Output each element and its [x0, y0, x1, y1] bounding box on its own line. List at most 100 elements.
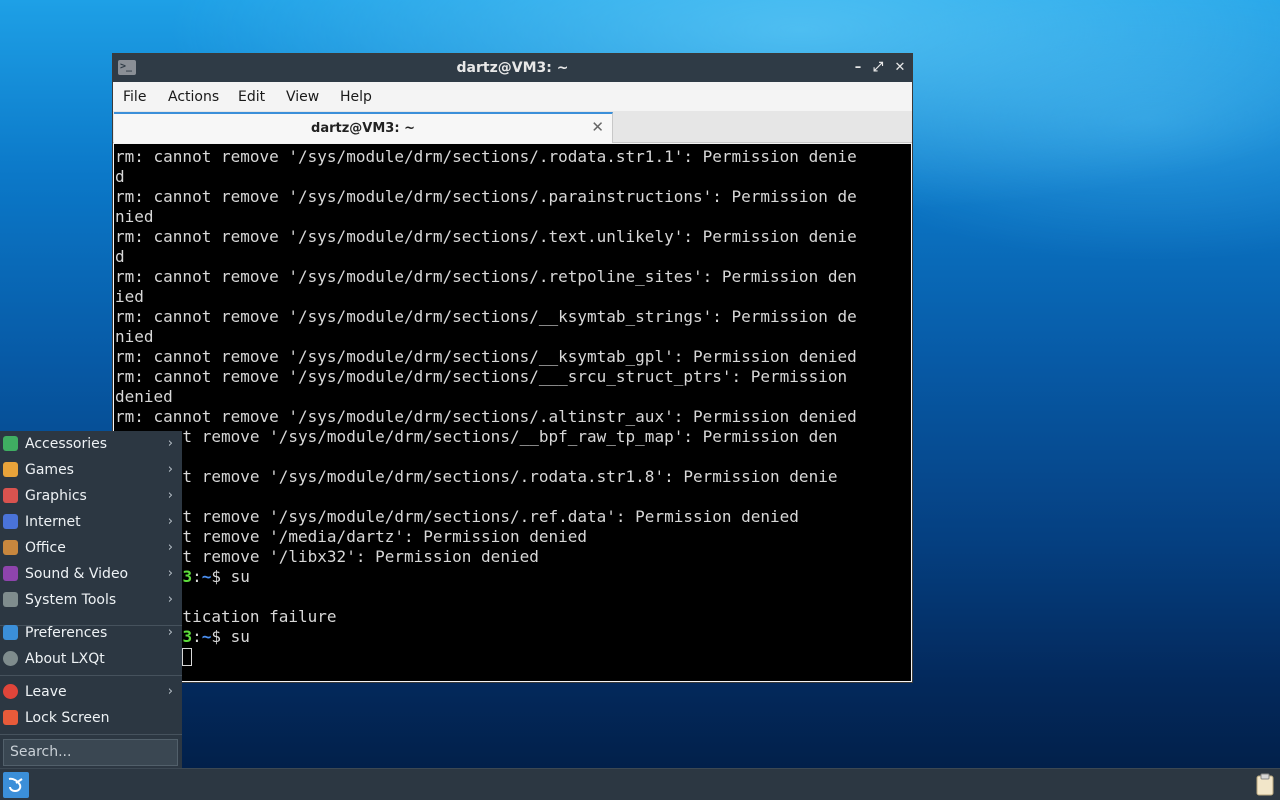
menu-actions[interactable]: Actions — [168, 82, 219, 112]
terminal-line: rm: cannot remove '/sys/module/drm/secti… — [115, 367, 848, 386]
menu-item-sound-video[interactable]: Sound & Video › — [0, 561, 182, 587]
terminal-line: nied — [115, 327, 154, 346]
menu-help[interactable]: Help — [340, 82, 372, 112]
menu-file[interactable]: File — [123, 82, 146, 112]
prompt-sep: : — [192, 627, 202, 646]
terminal-output[interactable]: rm: cannot remove '/sys/module/drm/secti… — [114, 144, 911, 681]
power-icon — [3, 684, 18, 699]
password-line: d: — [115, 647, 911, 667]
search-input[interactable]: Search... — [3, 739, 178, 766]
chevron-right-icon: › — [167, 592, 173, 607]
menu-item-label: Graphics — [25, 488, 87, 504]
chevron-right-icon: › — [167, 514, 173, 529]
terminal-window: >_ dartz@VM3: ~ – ⤢ ✕ File Actions Edit … — [112, 53, 913, 683]
menu-item-label: Internet — [25, 514, 81, 530]
chevron-right-icon: › — [167, 566, 173, 581]
clipboard-icon[interactable] — [1254, 773, 1276, 797]
chevron-right-icon: › — [167, 540, 173, 555]
terminal-line: rm: cannot remove '/sys/module/drm/secti… — [115, 227, 857, 246]
games-icon — [3, 462, 18, 477]
terminal-line: rm: cannot remove '/sys/module/drm/secti… — [115, 307, 857, 326]
tab-label: dartz@VM3: ~ — [311, 121, 415, 136]
terminal-line: not remove '/sys/module/drm/sections/.ro… — [115, 467, 838, 486]
chevron-right-icon: › — [167, 462, 173, 477]
menu-item-label: About LXQt — [25, 651, 105, 667]
terminal-line: rm: cannot remove '/sys/module/drm/secti… — [115, 147, 857, 166]
terminal-line: d — [115, 247, 125, 266]
menu-item-graphics[interactable]: Graphics › — [0, 483, 182, 509]
maximize-icon[interactable]: ⤢ — [870, 59, 886, 77]
terminal-line: hentication failure — [115, 607, 337, 626]
menu-item-label: System Tools — [25, 592, 117, 608]
terminal-line: not remove '/media/dartz': Permission de… — [115, 527, 588, 546]
menu-item-label: Leave — [25, 684, 67, 700]
menu-item-office[interactable]: Office › — [0, 535, 182, 561]
menu-separator — [0, 734, 182, 735]
menu-item-games[interactable]: Games › — [0, 457, 182, 483]
accessories-icon — [3, 436, 18, 451]
sound-video-icon — [3, 566, 18, 581]
internet-icon — [3, 514, 18, 529]
menu-edit[interactable]: Edit — [238, 82, 265, 112]
menu-item-label: Office — [25, 540, 66, 556]
graphics-icon — [3, 488, 18, 503]
prompt-path: ~ — [201, 627, 212, 646]
terminal-line: denied — [115, 387, 173, 406]
terminal-line: ied — [115, 287, 144, 306]
office-icon — [3, 540, 18, 555]
chevron-right-icon: › — [167, 625, 173, 640]
prompt-sep: : — [192, 567, 202, 586]
tab-close-icon[interactable]: ✕ — [591, 118, 604, 136]
menu-item-lock-screen[interactable]: Lock Screen — [0, 705, 182, 731]
menu-item-label: Preferences — [25, 625, 108, 641]
tab-bar: dartz@VM3: ~ ✕ — [113, 111, 912, 143]
application-menu: Accessories › Games › Graphics › Internet › Offi… — [0, 431, 182, 768]
menu-item-preferences[interactable]: Preferences › — [0, 620, 182, 646]
terminal-line: rm: cannot remove '/sys/module/drm/secti… — [115, 187, 857, 206]
prompt-command: $ su — [211, 627, 250, 646]
menu-item-accessories[interactable]: Accessories › — [0, 431, 182, 457]
chevron-right-icon: › — [167, 488, 173, 503]
menu-item-about[interactable]: About LXQt — [0, 646, 182, 672]
menubar: File Actions Edit View Help — [113, 82, 912, 110]
system-tools-icon — [3, 592, 18, 607]
menu-item-label: Sound & Video — [25, 566, 129, 582]
terminal-line: d — [115, 167, 125, 186]
chevron-right-icon: › — [167, 436, 173, 451]
about-icon — [3, 651, 18, 666]
menu-item-leave[interactable]: Leave › — [0, 679, 182, 705]
preferences-icon — [3, 625, 18, 640]
terminal-line: d: — [115, 587, 911, 607]
prompt-line: VM3:~$ su — [115, 567, 911, 587]
menu-separator — [0, 675, 182, 676]
window-titlebar[interactable]: >_ dartz@VM3: ~ – ⤢ ✕ — [113, 54, 912, 82]
menu-item-label: Accessories — [25, 436, 108, 452]
menu-view[interactable]: View — [286, 82, 319, 112]
prompt-path: ~ — [201, 567, 212, 586]
menu-item-label: Lock Screen — [25, 710, 110, 726]
prompt-line: VM3:~$ su — [115, 627, 911, 647]
taskbar — [0, 768, 1280, 800]
terminal-line: not remove '/libx32': Permission denied — [115, 547, 539, 566]
menu-item-label: Games — [25, 462, 74, 478]
menu-item-system-tools[interactable]: System Tools › — [0, 587, 182, 613]
desktop: >_ dartz@VM3: ~ – ⤢ ✕ File Actions Edit … — [0, 0, 1280, 800]
close-icon[interactable]: ✕ — [892, 59, 908, 77]
terminal-line: nied — [115, 207, 154, 226]
chevron-right-icon: › — [167, 684, 173, 699]
terminal-line: not remove '/sys/module/drm/sections/.re… — [115, 507, 799, 526]
minimize-icon[interactable]: – — [850, 59, 866, 77]
start-menu-button[interactable] — [3, 772, 29, 798]
lock-icon — [3, 710, 18, 725]
terminal-line: rm: cannot remove '/sys/module/drm/secti… — [115, 407, 857, 426]
terminal-line: rm: cannot remove '/sys/module/drm/secti… — [115, 347, 857, 366]
lxqt-logo-icon — [8, 777, 23, 793]
tab-terminal[interactable]: dartz@VM3: ~ ✕ — [114, 112, 613, 143]
text-cursor — [182, 648, 193, 666]
menu-item-internet[interactable]: Internet › — [0, 509, 182, 535]
prompt-command: $ su — [211, 567, 250, 586]
terminal-line: not remove '/sys/module/drm/sections/__b… — [115, 427, 838, 446]
terminal-line: rm: cannot remove '/sys/module/drm/secti… — [115, 267, 857, 286]
